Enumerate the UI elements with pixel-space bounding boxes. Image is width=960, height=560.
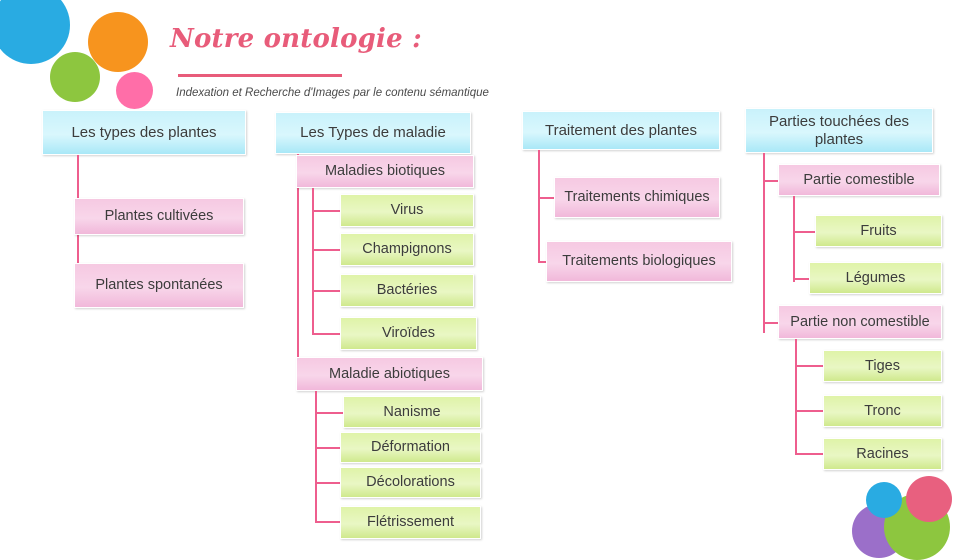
- node-nanisme[interactable]: Nanisme: [343, 396, 481, 428]
- connector-col3-vertical: [538, 150, 540, 262]
- page-title: Notre ontologie :: [170, 24, 422, 54]
- node-tronc[interactable]: Tronc: [823, 395, 942, 427]
- node-decolorations[interactable]: Décolorations: [340, 467, 481, 498]
- decorative-circle-green-bottom-right: [884, 494, 950, 560]
- connector-comestible-vertical: [793, 196, 795, 282]
- connector-non-comestible-vertical: [795, 339, 797, 455]
- node-legumes[interactable]: Légumes: [809, 262, 942, 294]
- node-les-types-des-plantes[interactable]: Les types des plantes: [42, 110, 246, 155]
- connector-abiotiques-vertical: [315, 391, 317, 522]
- connector-biotiques-to-bacteries: [312, 290, 340, 292]
- node-fletrissement[interactable]: Flétrissement: [340, 506, 481, 539]
- node-traitement-des-plantes[interactable]: Traitement des plantes: [522, 111, 720, 150]
- node-maladies-biotiques[interactable]: Maladies biotiques: [296, 155, 474, 188]
- decorative-circle-orange-top-left: [88, 12, 148, 72]
- node-deformation[interactable]: Déformation: [340, 432, 481, 463]
- node-traitements-biologiques[interactable]: Traitements biologiques: [546, 241, 732, 282]
- node-virus[interactable]: Virus: [340, 194, 474, 227]
- connector-col3-to-traitements-chimiques: [538, 197, 554, 199]
- decorative-circle-pink-bottom-right: [906, 476, 952, 522]
- decorative-circle-blue-bottom-right: [866, 482, 902, 518]
- decorative-circle-violet-bottom-right: [852, 504, 906, 558]
- node-les-types-de-maladie[interactable]: Les Types de maladie: [275, 112, 471, 154]
- node-tiges[interactable]: Tiges: [823, 350, 942, 382]
- decorative-circle-blue-top-left: [0, 0, 70, 64]
- decorative-circle-green-top-left: [50, 52, 100, 102]
- connector-non-comestible-to-tiges: [795, 365, 823, 367]
- connector-abiotiques-to-nanisme: [315, 412, 343, 414]
- connector-abiotiques-to-deformation: [315, 447, 343, 449]
- title-underline: [178, 74, 342, 77]
- node-viroides[interactable]: Viroïdes: [340, 317, 477, 350]
- node-racines[interactable]: Racines: [823, 438, 942, 470]
- connector-col4-to-partie-non-comestible: [763, 322, 779, 324]
- connector-biotiques-to-champignons: [312, 249, 340, 251]
- node-champignons[interactable]: Champignons: [340, 233, 474, 266]
- connector-biotiques-to-virus: [312, 210, 340, 212]
- node-partie-non-comestible[interactable]: Partie non comestible: [778, 305, 942, 339]
- node-bacteries[interactable]: Bactéries: [340, 274, 474, 307]
- node-maladie-abiotiques[interactable]: Maladie abiotiques: [296, 357, 483, 391]
- connector-biotiques-to-viroides: [312, 333, 340, 335]
- node-fruits[interactable]: Fruits: [815, 215, 942, 247]
- connector-non-comestible-to-tronc: [795, 410, 823, 412]
- node-plantes-spontanees[interactable]: Plantes spontanées: [74, 263, 244, 308]
- node-plantes-cultivees[interactable]: Plantes cultivées: [74, 198, 244, 235]
- node-partie-comestible[interactable]: Partie comestible: [778, 164, 940, 196]
- node-parties-touchees-des-plantes[interactable]: Parties touchées des plantes: [745, 108, 933, 153]
- decorative-circle-pink-top-left: [116, 72, 153, 109]
- page-subtitle: Indexation et Recherche d'Images par le …: [176, 87, 489, 99]
- connector-comestible-to-fruits: [793, 231, 815, 233]
- connector-col4-to-partie-comestible: [763, 180, 779, 182]
- connector-abiotiques-to-decolorations: [315, 482, 343, 484]
- connector-abiotiques-to-fletrissement: [315, 521, 343, 523]
- connector-non-comestible-to-racines: [795, 453, 823, 455]
- node-traitements-chimiques[interactable]: Traitements chimiques: [554, 177, 720, 218]
